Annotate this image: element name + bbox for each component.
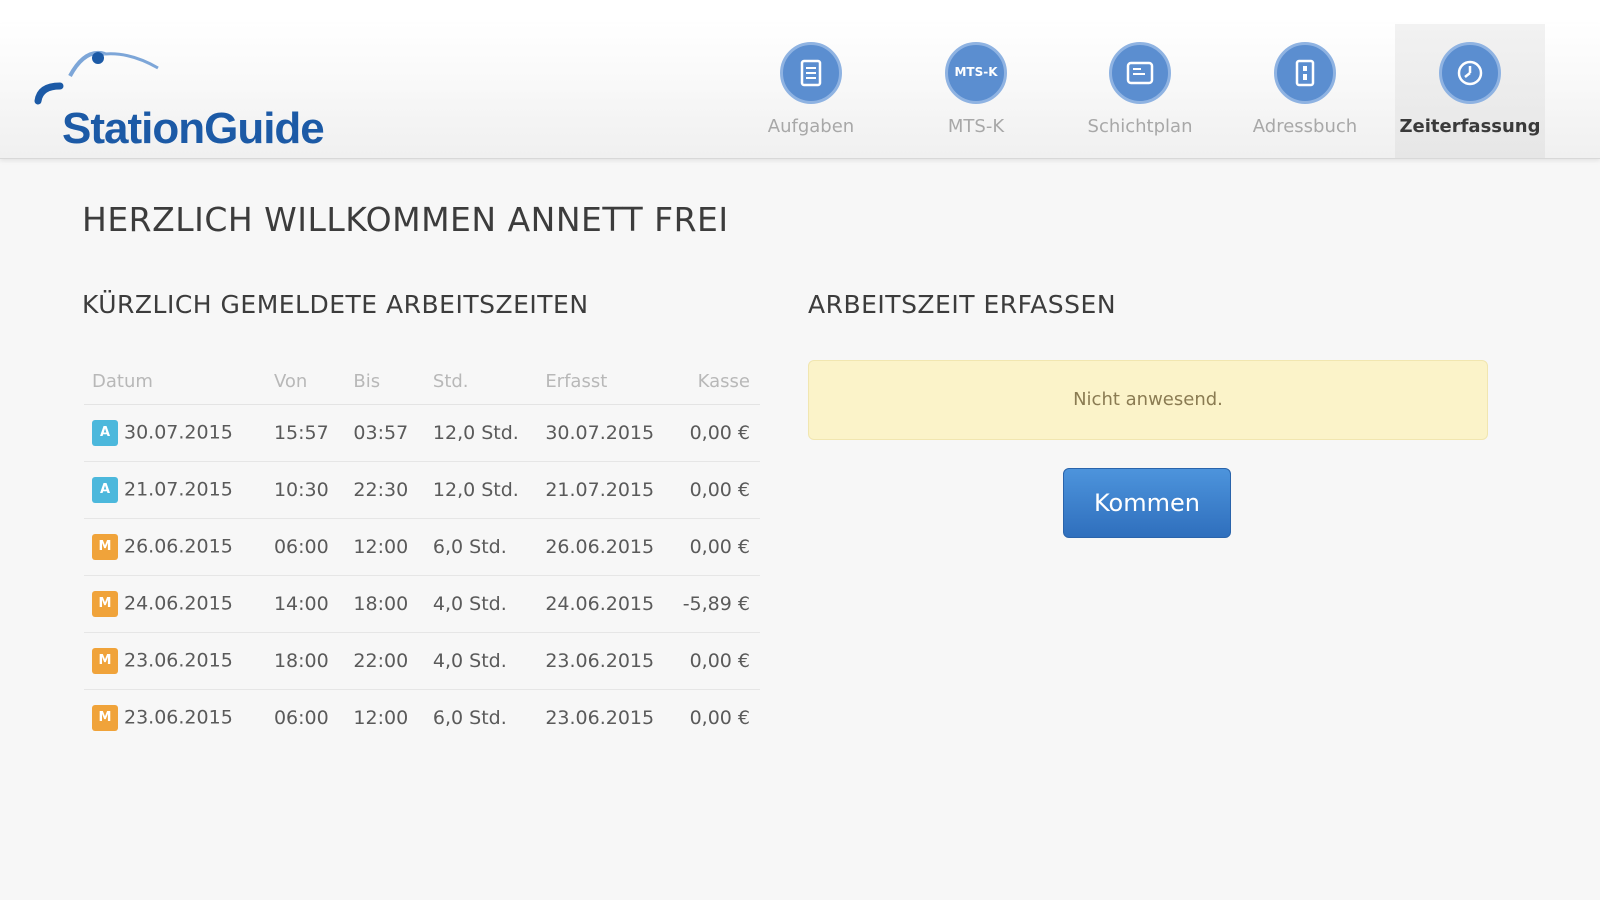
column-header-datum: Datum [84,358,266,405]
cell-hours: 4,0 Std. [424,632,538,690]
address-book-icon [1274,42,1336,104]
recent-times-table: Datum Von Bis Std. Erfasst Kasse A 30.07.… [84,358,760,746]
cell-from: 18:00 [265,632,346,690]
cell-cash: 0,00 € [674,461,760,519]
date-value: 26.06.2015 [124,535,233,558]
nav-mts-k[interactable]: MTS-K MTS-K [901,24,1051,158]
cell-date: A 30.07.2015 [84,404,266,462]
cell-from: 06:00 [265,518,346,576]
shift-type-badge: M [92,591,118,617]
date-value: 30.07.2015 [124,421,233,444]
table-row[interactable]: M 23.06.2015 06:00 12:00 6,0 Std. 23.06.2015 0… [84,690,760,747]
table-header-row: Datum Von Bis Std. Erfasst Kasse [84,358,760,405]
cell-captured: 23.06.2015 [545,707,655,729]
cell-date: M 23.06.2015 [84,632,266,690]
cell-to: 12:00 [353,707,409,729]
nav-adressbuch[interactable]: Adressbuch [1230,24,1380,158]
date-value: 24.06.2015 [124,592,233,615]
date-value: 21.07.2015 [124,478,233,501]
nav-label-mts-k: MTS-K [947,116,1005,137]
cell-captured: 30.07.2015 [537,404,675,462]
nav-label-zeiterfassung: Zeiterfassung [1399,116,1541,137]
date-value: 23.06.2015 [124,706,233,729]
column-header-von: Von [265,358,346,405]
cell-hours: 6,0 Std. [432,707,507,729]
station-guide-logo[interactable]: StationGuide [30,46,360,153]
mts-k-icon-text: MTS-K [954,65,998,79]
shift-type-badge: M [92,534,118,560]
attendance-status-box: Nicht anwesend. [808,360,1488,440]
welcome-heading: HERZLICH WILLKOMMEN ANNETT FREI [82,200,729,239]
cell-hours: 12,0 Std. [424,461,538,519]
nav-schichtplan[interactable]: Schichtplan [1065,24,1215,158]
cell-to: 12:00 [345,518,425,576]
nav-aufgaben[interactable]: Aufgaben [736,24,886,158]
cell-cash: 0,00 € [674,404,760,462]
nav-label-adressbuch: Adressbuch [1252,116,1358,137]
nav-label-aufgaben: Aufgaben [767,116,855,137]
cell-date: M 24.06.2015 [84,575,266,633]
table-row[interactable]: M 24.06.2015 14:00 18:00 4,0 Std. 24.06.2015-… [84,575,760,633]
cell-cash: -5,89 € [674,575,760,633]
shift-type-badge: M [92,648,118,674]
table-row[interactable]: A 21.07.2015 10:30 22:30 12,0 Std. 21.07.2015… [84,461,760,519]
cell-date: A 21.07.2015 [84,461,266,519]
table-row[interactable]: M 23.06.2015 18:00 22:00 4,0 Std. 23.06.2015 0… [84,632,760,690]
nav-zeiterfassung[interactable]: Zeiterfassung [1395,24,1545,158]
cell-captured: 23.06.2015 [537,632,675,690]
column-header-kasse: Kasse [674,358,760,405]
column-header-std: Std. [424,358,538,405]
cell-cash: 0,00 € [674,518,760,576]
clock-icon [1439,42,1501,104]
date-value: 23.06.2015 [124,649,233,672]
app-header: StationGuide Aufgaben MTS-K MTS-K Schich… [0,24,1600,159]
cell-date: M 23.06.2015 [84,690,266,747]
top-spacer [0,0,1600,24]
mts-k-icon: MTS-K [945,42,1007,104]
cell-captured: 21.07.2015 [537,461,675,519]
table-row[interactable]: M 26.06.2015 06:00 12:00 6,0 Std. 26.06.2015 0… [84,518,760,576]
shift-type-badge: A [92,420,118,446]
cell-hours: 6,0 Std. [424,518,538,576]
kommen-button[interactable]: Kommen [1063,468,1231,538]
column-header-erfasst: Erfasst [537,358,675,405]
cell-hours: 4,0 Std. [424,575,538,633]
cell-to: 03:57 [345,404,425,462]
cell-to: 18:00 [345,575,425,633]
table-row[interactable]: A 30.07.2015 15:57 03:57 12,0 Std. 30.07.2015… [84,404,760,462]
cell-hours: 12,0 Std. [424,404,538,462]
cell-from: 06:00 [273,707,329,729]
calendar-icon [1109,42,1171,104]
recent-times-title: KÜRZLICH GEMELDETE ARBEITSZEITEN [82,290,589,319]
cell-from: 14:00 [265,575,346,633]
cell-cash: 0,00 € [674,632,760,690]
logo-text: StationGuide [62,104,325,153]
cell-from: 15:57 [265,404,346,462]
shift-type-badge: M [92,705,118,731]
cell-captured: 24.06.2015 [537,575,675,633]
cell-to: 22:00 [345,632,425,690]
nav-label-schichtplan: Schichtplan [1087,116,1193,137]
cell-cash: 0,00 € [689,707,750,729]
stethoscope-logo-icon [34,51,159,105]
cell-date: M 26.06.2015 [84,518,266,576]
cell-captured: 26.06.2015 [537,518,675,576]
cell-to: 22:30 [345,461,425,519]
column-header-bis: Bis [345,358,425,405]
shift-type-badge: A [92,477,118,503]
cell-from: 10:30 [265,461,346,519]
capture-time-title: ARBEITSZEIT ERFASSEN [808,290,1117,319]
clipboard-icon [780,42,842,104]
